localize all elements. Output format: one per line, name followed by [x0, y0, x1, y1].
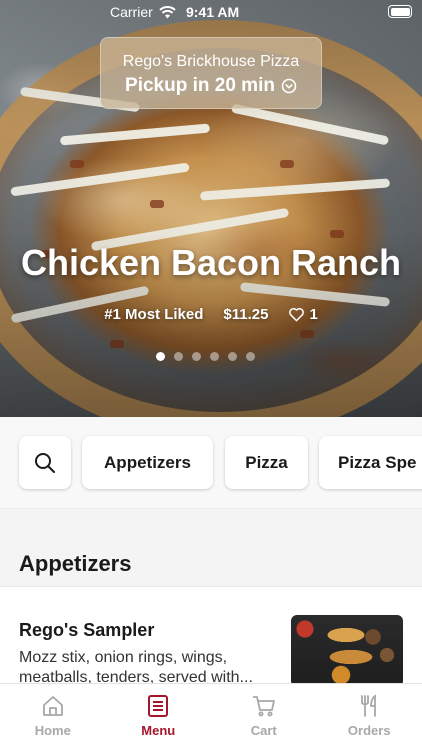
heart-icon: [289, 307, 305, 322]
carousel-dot[interactable]: [174, 352, 183, 361]
tab-bar: Home Menu Cart Orders: [0, 683, 422, 750]
status-bar: Carrier 9:41 AM: [0, 0, 422, 24]
clock: 9:41 AM: [186, 4, 240, 20]
pickup-selector[interactable]: Rego's Brickhouse Pizza Pickup in 20 min: [100, 37, 322, 109]
cart-icon: [252, 696, 275, 717]
tab-cart[interactable]: Cart: [211, 684, 317, 750]
store-name: Rego's Brickhouse Pizza: [122, 53, 300, 70]
chevron-down-circle-icon: [281, 78, 297, 94]
menu-item-photo: [291, 615, 403, 687]
category-bar: Appetizers Pizza Pizza Spe: [0, 417, 422, 509]
carousel-dot[interactable]: [156, 352, 165, 361]
menu-item-name: Rego's Sampler: [19, 620, 155, 640]
section-title: Appetizers: [19, 551, 132, 576]
search-button[interactable]: [19, 436, 71, 489]
tab-orders-label: Orders: [347, 723, 391, 738]
search-icon: [35, 452, 55, 473]
carrier-label: Carrier: [110, 4, 153, 20]
tab-home-label: Home: [34, 723, 71, 738]
category-chip-pizza-specialty[interactable]: Pizza Spe: [319, 436, 422, 489]
like-button[interactable]: 1: [288, 306, 318, 323]
menu-screen: Chicken Bacon Ranch #1 Most Liked $11.25…: [0, 0, 422, 750]
tab-menu-label: Menu: [141, 723, 176, 738]
carousel-dot[interactable]: [210, 352, 219, 361]
category-chip-pizza[interactable]: Pizza: [225, 436, 308, 489]
carrier-indicator: Carrier: [110, 4, 176, 20]
tab-cart-label: Cart: [250, 723, 277, 738]
tab-home[interactable]: Home: [0, 684, 106, 750]
featured-item-title: Chicken Bacon Ranch: [20, 242, 402, 283]
pickup-eta-label: Pickup in 20 min: [125, 75, 275, 96]
featured-badge: #1 Most Liked: [104, 306, 204, 323]
wifi-icon: [159, 5, 176, 18]
featured-item-meta: #1 Most Liked $11.25 1: [0, 306, 422, 323]
fork-knife-icon: [361, 694, 377, 717]
carousel-dot[interactable]: [246, 352, 255, 361]
carousel-indicator[interactable]: [156, 352, 255, 361]
menu-icon: [148, 695, 169, 717]
menu-item-description: Mozz stix, onion rings, wings, meatballs…: [19, 649, 253, 686]
pickup-eta: Pickup in 20 min: [101, 75, 321, 97]
menu-list: Rego's Sampler Mozz stix, onion rings, w…: [0, 586, 422, 687]
featured-price: $11.25: [223, 306, 269, 323]
carousel-dot[interactable]: [228, 352, 237, 361]
home-icon: [42, 696, 63, 716]
category-chip-appetizers[interactable]: Appetizers: [82, 436, 213, 489]
like-count: 1: [309, 306, 318, 323]
carousel-dot[interactable]: [192, 352, 201, 361]
battery-icon: [388, 5, 412, 18]
tab-menu[interactable]: Menu: [106, 684, 212, 750]
tab-orders[interactable]: Orders: [317, 684, 422, 750]
